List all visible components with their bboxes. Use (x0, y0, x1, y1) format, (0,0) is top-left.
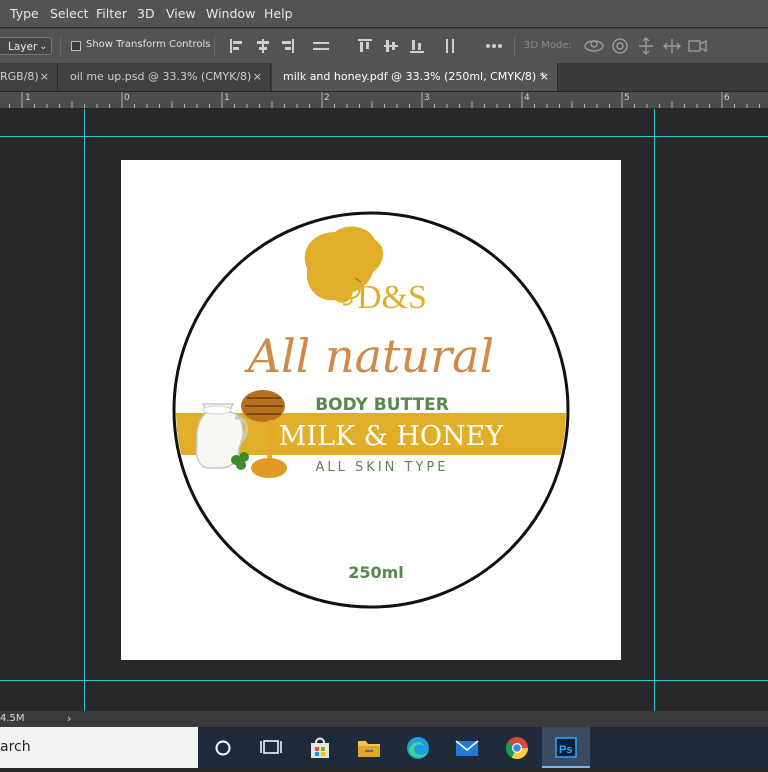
document-tabs: RGB/8) × oil me up.psd @ 33.3% (CMYK/8) … (0, 63, 768, 91)
align-bottom-icon[interactable] (410, 40, 424, 53)
align-right-icon[interactable] (282, 39, 294, 53)
auto-select-value: Layer (8, 41, 38, 53)
brand-logo-text: D&S (357, 279, 427, 316)
menu-help[interactable]: Help (264, 6, 293, 21)
align-left-icon[interactable] (230, 39, 242, 53)
show-transform-label: Show Transform Controls (86, 39, 211, 50)
ruler-label: 4 (524, 93, 530, 103)
ruler-label: 2 (324, 93, 330, 103)
svg-text:Ps: Ps (559, 744, 572, 756)
video-icon[interactable] (688, 39, 707, 53)
divider (514, 36, 515, 56)
roll-icon[interactable] (612, 38, 628, 54)
options-bar: Layer ⌄ Show Transform Controls 3D Mode: (0, 28, 768, 63)
document-artboard[interactable]: D&S All natural BODY BUTTER MILK & HONEY… (121, 160, 621, 660)
3d-mode-label: 3D Mode: (524, 40, 572, 51)
divider (60, 36, 61, 56)
align-vcenter-icon[interactable] (384, 40, 398, 52)
orbit-icon[interactable] (584, 40, 604, 52)
task-view-icon[interactable] (247, 727, 295, 768)
guide-horizontal[interactable] (0, 680, 768, 681)
align-hcenter-icon[interactable] (257, 39, 269, 53)
ruler-label: 1 (25, 93, 31, 103)
chevron-down-icon: ⌄ (39, 42, 47, 52)
auto-select-dropdown[interactable]: Layer ⌄ (0, 37, 52, 55)
guide-vertical[interactable] (654, 109, 655, 711)
more-options-icon[interactable] (486, 44, 502, 48)
tab-oil-me-up[interactable]: oil me up.psd @ 33.3% (CMYK/8) × (58, 63, 271, 91)
menu-filter[interactable]: Filter (96, 6, 127, 21)
show-transform-checkbox[interactable] (71, 41, 81, 51)
ruler-label: 3 (424, 93, 430, 103)
close-icon[interactable]: × (40, 63, 49, 91)
ruler-label: 1 (224, 93, 230, 103)
tab-label: milk and honey.pdf @ 33.3% (250ml, CMYK/… (283, 70, 546, 83)
store-icon[interactable] (296, 727, 344, 768)
ruler-label: 6 (724, 93, 730, 103)
taskbar-search-input[interactable]: arch (0, 727, 198, 768)
photoshop-icon[interactable]: Ps (542, 727, 590, 768)
doc-size: 4.5M (0, 713, 25, 724)
product-type: BODY BUTTER (315, 395, 449, 415)
product-name: MILK & HONEY (279, 421, 505, 452)
ruler-label: 0 (124, 93, 130, 103)
edge-browser-icon[interactable] (394, 727, 442, 768)
align-tools (230, 39, 502, 53)
divider (214, 36, 215, 56)
distribute-h-icon[interactable] (446, 39, 454, 53)
slide-icon[interactable] (663, 39, 681, 53)
guide-horizontal[interactable] (0, 136, 768, 137)
menu-3d[interactable]: 3D (137, 6, 155, 21)
tab-milk-and-honey[interactable]: milk and honey.pdf @ 33.3% (250ml, CMYK/… (272, 63, 558, 91)
status-bar: 4.5M › (0, 711, 768, 727)
script-tagline: All natural (244, 329, 495, 383)
align-top-icon[interactable] (358, 39, 372, 52)
skin-type: ALL SKIN TYPE (316, 460, 449, 475)
status-menu-arrow[interactable]: › (67, 712, 71, 725)
search-text: arch (0, 739, 31, 755)
3d-mode-tools (584, 37, 707, 55)
mail-icon[interactable] (443, 727, 491, 768)
distribute-icon[interactable] (313, 42, 329, 50)
tab-label: oil me up.psd @ 33.3% (CMYK/8) (70, 70, 252, 83)
cortana-icon[interactable] (199, 727, 247, 768)
menu-type[interactable]: Type (10, 6, 39, 21)
close-icon[interactable]: × (253, 63, 262, 91)
menu-window[interactable]: Window (206, 6, 255, 21)
milk-honey-illustration (195, 390, 287, 478)
menu-bar: Type Select Filter 3D View Window Help (0, 0, 768, 27)
close-icon[interactable]: × (540, 63, 549, 91)
chrome-icon[interactable] (493, 727, 541, 768)
ruler-label: 5 (624, 93, 630, 103)
pan-icon[interactable] (639, 37, 653, 55)
volume-text: 250ml (348, 563, 404, 582)
menu-select[interactable]: Select (50, 6, 89, 21)
file-explorer-icon[interactable] (345, 727, 393, 768)
tab-rgb-doc[interactable]: RGB/8) × (0, 63, 58, 91)
menu-view[interactable]: View (166, 6, 196, 21)
guide-vertical[interactable] (84, 109, 85, 711)
horizontal-ruler[interactable]: 1 0 1 2 3 4 5 6 (0, 92, 768, 109)
label-artwork: D&S All natural BODY BUTTER MILK & HONEY… (172, 211, 570, 609)
ruler-ticks (9, 92, 760, 108)
tab-label: RGB/8) (0, 70, 39, 83)
